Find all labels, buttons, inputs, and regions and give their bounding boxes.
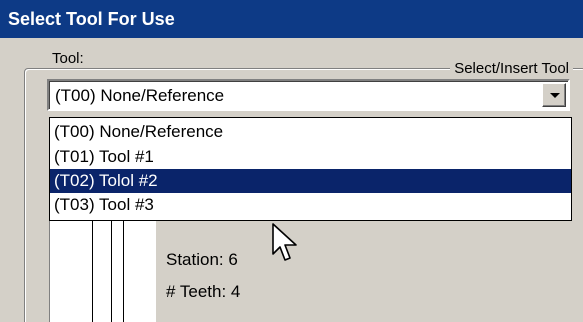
tool-select-value: (T00) None/Reference: [55, 86, 225, 105]
diagram-line: [92, 221, 93, 322]
teeth-count-text: # Teeth: 4: [166, 282, 241, 301]
diagram-line: [123, 221, 124, 322]
diagram-line: [111, 221, 112, 322]
station-text: Station: 6: [166, 250, 238, 269]
tool-diagram: [49, 221, 156, 322]
chevron-down-icon[interactable]: [542, 83, 566, 107]
tool-option-t02[interactable]: (T02) Tolol #2: [50, 169, 571, 193]
group-caption: Select/Insert Tool: [450, 59, 573, 79]
dialog-title: Select Tool For Use: [0, 0, 583, 38]
select-tool-dialog: Select Tool For Use Select/Insert Tool T…: [0, 0, 583, 322]
tool-option-t03[interactable]: (T03) Tool #3: [50, 193, 571, 217]
tool-dropdown-list[interactable]: (T00) None/Reference (T01) Tool #1 (T02)…: [49, 117, 572, 221]
tool-label: Tool:: [52, 50, 84, 67]
tool-option-t00[interactable]: (T00) None/Reference: [50, 120, 571, 144]
tool-select[interactable]: (T00) None/Reference: [47, 79, 570, 111]
tool-option-t01[interactable]: (T01) Tool #1: [50, 145, 571, 169]
